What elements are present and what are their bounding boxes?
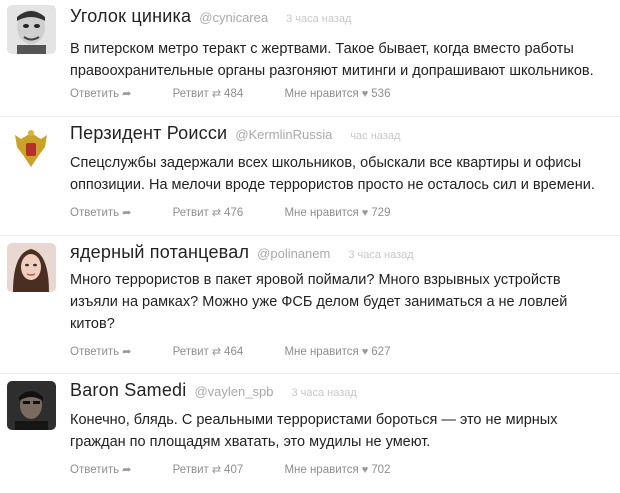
tweet-text: Спецслужбы задержали всех школьников, об… bbox=[70, 155, 595, 193]
reply-label: Ответить bbox=[70, 464, 120, 476]
tweet-actions: Ответить ➦ Ретвит ⇄ 476 Мне нравится ♥ 729 bbox=[70, 206, 428, 219]
retweet-label: Ретвит bbox=[172, 346, 209, 358]
retweet-button[interactable]: Ретвит ⇄ 476 bbox=[173, 206, 244, 219]
reply-label: Ответить bbox=[70, 346, 120, 358]
retweet-button[interactable]: Ретвит ⇄ 464 bbox=[173, 345, 244, 358]
reply-button[interactable]: Ответить ➦ bbox=[70, 206, 131, 219]
retweet-count: 407 bbox=[224, 464, 244, 476]
tweet-actions: Ответить ➦ Ретвит ⇄ 464 Мне нравится ♥ 627 bbox=[70, 345, 428, 358]
retweet-count: 476 bbox=[224, 207, 244, 219]
tweet-actions: Ответить ➦ Ретвит ⇄ 407 Мне нравится ♥ 702 bbox=[70, 463, 428, 476]
heart-icon: ♥ bbox=[361, 464, 369, 476]
reply-label: Ответить bbox=[70, 207, 120, 219]
like-label: Мне нравится bbox=[284, 88, 359, 100]
tweet-1: Уголок циника @cynicarea 3 часа назад В пи… bbox=[0, 0, 620, 117]
reply-label: Ответить bbox=[70, 88, 120, 100]
avatar[interactable] bbox=[7, 243, 56, 292]
like-label: Мне нравится bbox=[284, 346, 359, 358]
like-count: 729 bbox=[371, 207, 391, 219]
like-button[interactable]: Мне нравится ♥ 627 bbox=[284, 346, 390, 358]
retweet-label: Ретвит bbox=[172, 207, 209, 219]
author-name[interactable]: Baron Samedi bbox=[70, 380, 186, 400]
like-button[interactable]: Мне нравится ♥ 702 bbox=[284, 464, 390, 476]
avatar[interactable] bbox=[7, 125, 56, 174]
like-button[interactable]: Мне нравится ♥ 729 bbox=[284, 207, 390, 219]
timestamp[interactable]: час назад bbox=[350, 130, 400, 142]
heart-icon: ♥ bbox=[361, 346, 369, 358]
like-label: Мне нравится bbox=[284, 207, 359, 219]
timestamp[interactable]: 3 часа назад bbox=[348, 249, 413, 261]
like-count: 702 bbox=[371, 464, 391, 476]
tweet-text: Много террористов в пакет яровой поймали… bbox=[70, 272, 568, 332]
reply-arrow-icon: ➦ bbox=[122, 346, 132, 358]
retweet-icon: ⇄ bbox=[211, 207, 222, 219]
retweet-icon: ⇄ bbox=[211, 346, 222, 358]
avatar[interactable] bbox=[7, 381, 56, 430]
like-count: 536 bbox=[371, 88, 391, 100]
retweet-count: 464 bbox=[224, 346, 244, 358]
reply-button[interactable]: Ответить ➦ bbox=[70, 463, 131, 476]
reply-button[interactable]: Ответить ➦ bbox=[70, 87, 131, 100]
retweet-count: 484 bbox=[224, 88, 244, 100]
tweet-text: В питерском метро теракт с жертвами. Так… bbox=[70, 41, 594, 79]
reply-arrow-icon: ➦ bbox=[122, 207, 132, 219]
tweet-4: Baron Samedi @vaylen_spb 3 часа назад Коне… bbox=[0, 374, 620, 493]
avatar[interactable] bbox=[7, 5, 56, 54]
retweet-icon: ⇄ bbox=[211, 88, 222, 100]
author-name[interactable]: Перзидент Роисси bbox=[70, 123, 227, 143]
tweet-2: Перзидент Роисси @KermlinRussia час назад … bbox=[0, 117, 620, 236]
author-name[interactable]: Уголок циника bbox=[70, 6, 191, 26]
timestamp[interactable]: 3 часа назад bbox=[291, 387, 356, 399]
retweet-button[interactable]: Ретвит ⇄ 484 bbox=[173, 87, 244, 100]
retweet-label: Ретвит bbox=[172, 464, 209, 476]
timestamp[interactable]: 3 часа назад bbox=[286, 13, 351, 25]
tweet-text: Конечно, блядь. С реальными террористами… bbox=[70, 412, 558, 450]
author-handle[interactable]: @cynicarea bbox=[199, 10, 268, 25]
tweet-actions: Ответить ➦ Ретвит ⇄ 484 Мне нравится ♥ 536 bbox=[70, 87, 428, 100]
author-handle[interactable]: @KermlinRussia bbox=[235, 127, 332, 142]
like-button[interactable]: Мне нравится ♥ 536 bbox=[284, 88, 390, 100]
reply-arrow-icon: ➦ bbox=[122, 464, 132, 476]
heart-icon: ♥ bbox=[361, 207, 369, 219]
tweet-header: Baron Samedi @vaylen_spb 3 часа назад bbox=[70, 380, 357, 401]
author-handle[interactable]: @vaylen_spb bbox=[194, 384, 273, 399]
heart-icon: ♥ bbox=[361, 88, 369, 100]
tweet-header: Уголок циника @cynicarea 3 часа назад bbox=[70, 6, 351, 27]
author-handle[interactable]: @polinanem bbox=[257, 246, 330, 261]
retweet-label: Ретвит bbox=[172, 88, 209, 100]
retweet-icon: ⇄ bbox=[211, 464, 222, 476]
tweet-header: ядерный потанцевал @polinanem 3 часа назад bbox=[70, 242, 414, 263]
tweet-3: ядерный потанцевал @polinanem 3 часа назад… bbox=[0, 236, 620, 374]
reply-button[interactable]: Ответить ➦ bbox=[70, 345, 131, 358]
reply-arrow-icon: ➦ bbox=[122, 88, 132, 100]
retweet-button[interactable]: Ретвит ⇄ 407 bbox=[173, 463, 244, 476]
author-name[interactable]: ядерный потанцевал bbox=[70, 242, 249, 262]
tweet-header: Перзидент Роисси @KermlinRussia час назад bbox=[70, 123, 400, 144]
like-label: Мне нравится bbox=[284, 464, 359, 476]
like-count: 627 bbox=[371, 346, 391, 358]
